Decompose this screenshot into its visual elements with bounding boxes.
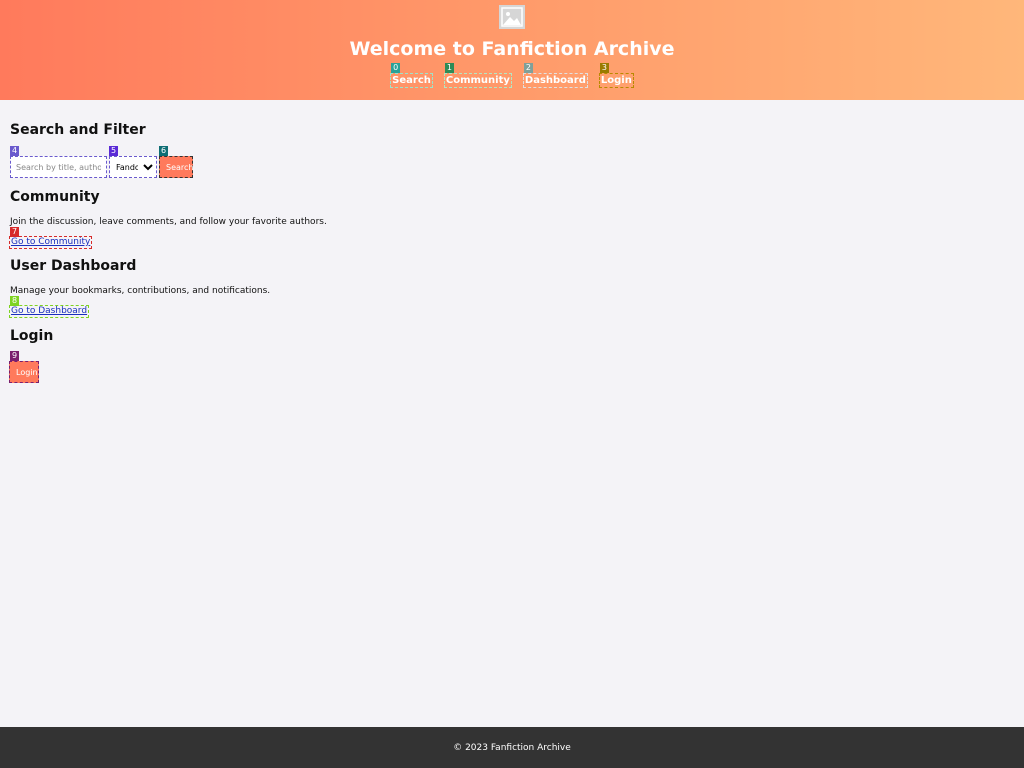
nav-link-label: Community (445, 75, 510, 86)
login-button[interactable]: Login (9, 361, 39, 383)
search-input[interactable] (10, 156, 107, 178)
section-heading-login: Login (10, 328, 54, 344)
section-heading-community: Community (10, 189, 100, 205)
community-description: Join the discussion, leave comments, and… (10, 217, 327, 227)
dashboard-description: Manage your bookmarks, contributions, an… (10, 286, 271, 296)
site-header: Welcome to Fanfiction Archive 0 Search 1… (0, 0, 1024, 100)
search-button[interactable]: Search (159, 156, 193, 178)
element-index-badge: 4 (10, 146, 20, 156)
element-index-badge: 1 (444, 63, 454, 73)
element-index-badge: 6 (159, 146, 169, 156)
go-to-dashboard-link[interactable]: Go to Dashboard (9, 305, 90, 318)
nav-link-community[interactable]: 1 Community (443, 63, 512, 88)
element-index-badge: 9 (10, 351, 20, 361)
nav-link-label: Login (600, 75, 632, 86)
element-index-badge: 3 (599, 63, 609, 73)
nav-link-login[interactable]: 3 Login (598, 63, 634, 88)
nav-link-label: Dashboard (524, 75, 586, 86)
nav-link-search[interactable]: 0 Search (390, 63, 433, 88)
fandom-select[interactable]: Fandom (109, 156, 157, 178)
main-nav: 0 Search 1 Community 2 Dashboard 3 Login (0, 63, 1024, 88)
element-index-badge: 2 (523, 63, 533, 73)
page-title: Welcome to Fanfiction Archive (349, 38, 675, 60)
section-heading-dashboard: User Dashboard (10, 258, 137, 274)
nav-link-dashboard[interactable]: 2 Dashboard (522, 63, 588, 88)
element-index-badge: 0 (391, 63, 401, 73)
footer-copyright: © 2023 Fanfiction Archive (453, 742, 571, 753)
site-footer: © 2023 Fanfiction Archive (0, 727, 1024, 768)
section-heading-search: Search and Filter (10, 122, 146, 138)
go-to-community-link[interactable]: Go to Community (9, 236, 93, 249)
nav-link-label: Search (392, 75, 431, 86)
image-placeholder-icon (499, 5, 525, 29)
element-index-badge: 5 (109, 146, 119, 156)
